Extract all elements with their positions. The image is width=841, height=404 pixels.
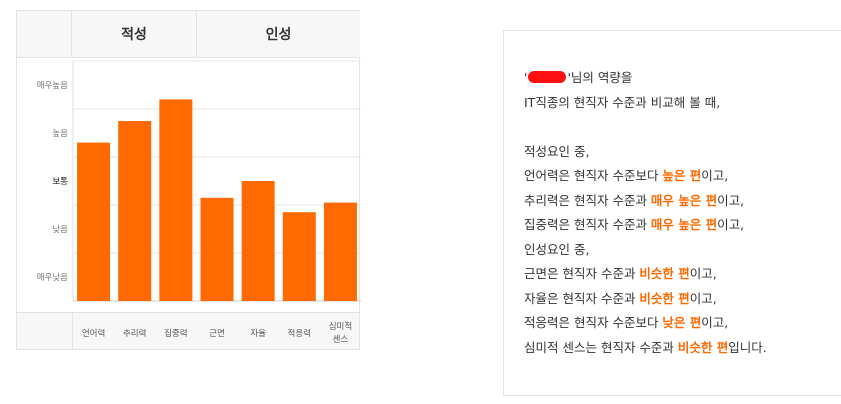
category-label: 근면 [209, 328, 225, 339]
category-label: 자율 [250, 329, 266, 339]
summary-text-segment: IT직종의 현직자 수준과 비교해 볼 때, [524, 94, 721, 110]
summary-text-segment: 이고, [717, 217, 745, 232]
bar-5 [241, 181, 275, 301]
summary-line: 심미적 센스는 현직자 수준과 비슷한 편입니다. [524, 336, 767, 361]
summary-line: 적응력은 현직자 수준보다 낮은 편이고, [524, 311, 767, 336]
category-label: 심미적 센스 [329, 321, 352, 345]
summary-text-segment: 집중력은 현직자 수준과 [524, 217, 651, 232]
summary-text-segment: ' [524, 70, 528, 85]
bar-4 [200, 197, 234, 301]
highlighted-level: 비슷한 편 [639, 290, 690, 306]
summary-text-segment: 이고, [689, 290, 717, 306]
summary-line: 집중력은 현직자 수준과 매우 높은 편이고, [524, 213, 767, 238]
highlighted-level: 낮은 편 [662, 315, 702, 330]
summary-text-segment: 이고, [717, 192, 745, 208]
summary-text-segment: 근면은 현직자 수준과 [524, 266, 640, 281]
summary-text-segment: 이고, [689, 266, 717, 281]
y-level-label: 낮음 [52, 224, 68, 235]
highlighted-level: 비슷한 편 [639, 266, 690, 281]
summary-text-segment: 자율은 현직자 수준과 [524, 290, 640, 306]
summary-text-segment: 언어력은 현직자 수준보다 [524, 168, 663, 183]
summary-text-segment: 적응력은 현직자 수준보다 [524, 315, 663, 330]
category-label: 언어력 [82, 328, 105, 339]
highlighted-level: 매우 높은 편 [650, 217, 718, 232]
summary-text-segment: '님의 역량을 [567, 70, 633, 85]
bar-3 [159, 99, 193, 302]
y-level-label: 높음 [52, 129, 68, 139]
y-level-label: 매우높음 [37, 81, 68, 91]
summary-text: ' '님의 역량을 IT직종의 현직자 수준과 비교해 볼 때, 적성요인 중, 언어력… [524, 66, 767, 360]
summary-line: ' '님의 역량을 [524, 66, 767, 91]
bar-7 [323, 202, 357, 301]
summary-line: 근면은 현직자 수준과 비슷한 편이고, [524, 262, 767, 287]
summary-line: 추리력은 현직자 수준과 매우 높은 편이고, [524, 189, 767, 214]
summary-panel: ' '님의 역량을 IT직종의 현직자 수준과 비교해 볼 때, 적성요인 중, 언어력… [503, 30, 841, 396]
bar-6 [282, 212, 316, 301]
summary-line: IT직종의 현직자 수준과 비교해 볼 때, [524, 91, 767, 116]
summary-text-segment: 추리력은 현직자 수준과 [524, 192, 651, 208]
category-label: 적응력 [288, 328, 311, 339]
y-level-label: 보통 [52, 177, 68, 187]
competency-chart-panel: 적성 인성 매우낮음 낮음 보통 높음 매우높음 언어력 추리력 집중력 근면 자율 적응력 심미적 센… [16, 10, 361, 350]
bar-1 [77, 142, 111, 301]
bar-chart: 매우낮음 낮음 보통 높음 매우높음언어력 추리력 집중력 근면 자율 적응력 심미적 센스 [37, 60, 361, 345]
summary-text-segment: 입니다. [728, 339, 767, 355]
summary-line: 언어력은 현직자 수준보다 높은 편이고, [524, 164, 767, 189]
summary-text-segment: 인성요인 중, [524, 241, 590, 257]
highlighted-level: 높은 편 [662, 168, 702, 183]
category-label: 추리력 [123, 328, 146, 339]
highlighted-level: 매우 높은 편 [650, 192, 718, 208]
highlighted-level: 비슷한 편 [677, 339, 729, 355]
y-level-label: 매우낮음 [37, 272, 68, 283]
category-label: 집중력 [164, 328, 187, 339]
summary-line [524, 115, 767, 140]
summary-line: 자율은 현직자 수준과 비슷한 편이고, [524, 287, 767, 312]
bar-2 [118, 121, 152, 301]
summary-text-segment: 이고, [701, 168, 729, 183]
summary-line: 적성요인 중, [524, 140, 767, 165]
redacted-name [528, 71, 567, 83]
summary-text-segment: 심미적 센스는 현직자 수준과 [524, 339, 678, 355]
summary-text-segment: 이고, [701, 315, 729, 330]
summary-text-segment: 적성요인 중, [524, 143, 590, 159]
summary-line: 인성요인 중, [524, 238, 767, 263]
